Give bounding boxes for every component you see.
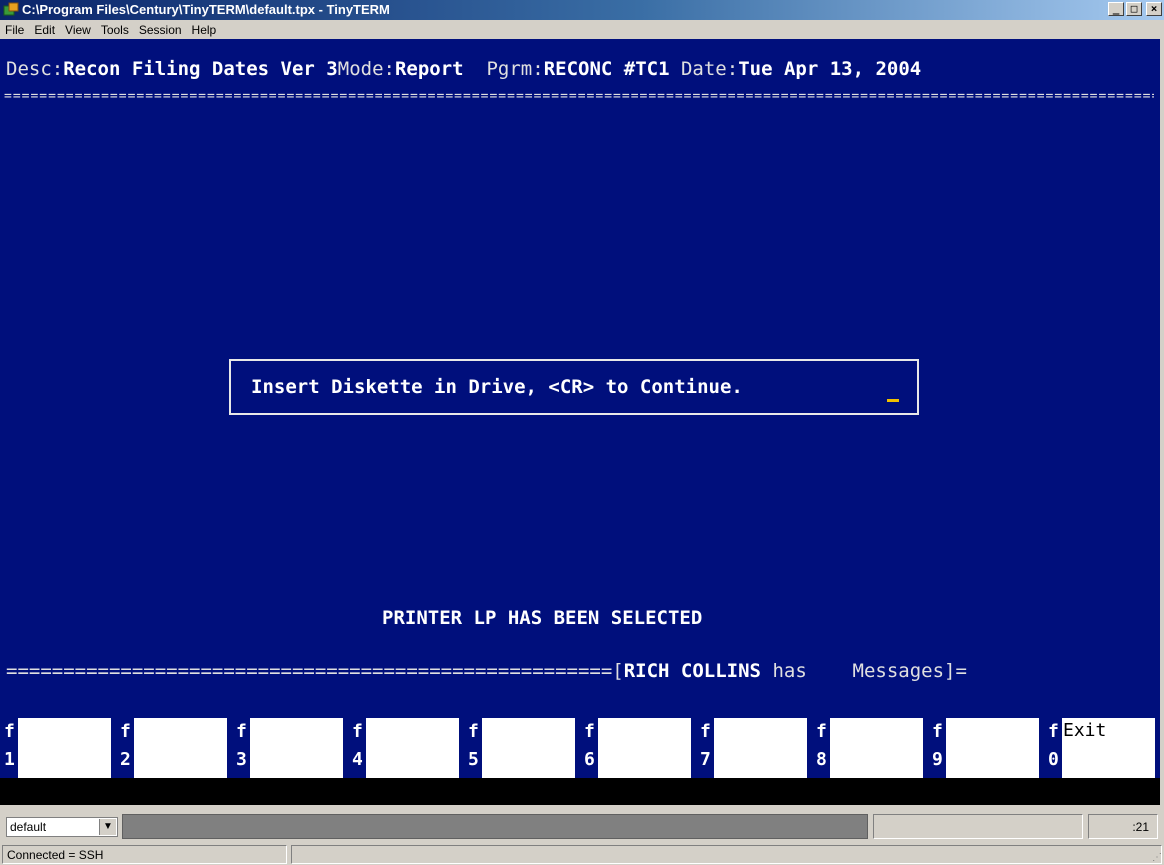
date-gap	[670, 58, 681, 80]
message-gap	[807, 660, 853, 682]
message-user: RICH COLLINS	[623, 660, 761, 682]
pgrm-value: RECONC #TC1	[543, 58, 670, 80]
title-bar: C:\Program Files\Century\TinyTERM\defaul…	[0, 0, 1164, 20]
fkey-4-label[interactable]	[366, 718, 459, 778]
fkey-1-label[interactable]	[18, 718, 111, 778]
chevron-down-icon[interactable]: ▼	[99, 819, 116, 835]
mode-label: Mode:	[337, 58, 395, 80]
menu-help[interactable]: Help	[187, 20, 222, 39]
fkey-0-exit[interactable]: f 0 Exit	[1048, 718, 1160, 778]
session-value: default	[10, 820, 47, 834]
close-button[interactable]: ×	[1146, 2, 1162, 16]
fkey-7-number: f7	[700, 721, 711, 770]
maximize-button[interactable]: □	[1126, 2, 1142, 16]
menu-session[interactable]: Session	[134, 20, 187, 39]
fkey-6-label[interactable]	[598, 718, 691, 778]
message-rule: ========================================…	[6, 660, 624, 682]
fkey-8-number: f8	[816, 721, 827, 770]
desc-value: Recon Filing Dates Ver 3	[63, 58, 338, 80]
fkey-8[interactable]: f8	[816, 718, 933, 778]
status-panel-3	[291, 845, 1162, 864]
function-key-bar: f1 f2 f3 f4 f5 f6 f7 f8 f9 f 0 Exit	[0, 718, 1160, 778]
fkey-2-label[interactable]	[134, 718, 227, 778]
mode-value: Report	[394, 58, 464, 80]
menu-tools[interactable]: Tools	[96, 20, 134, 39]
tinyterm-app-icon	[3, 2, 19, 16]
cursor-position: :21	[1088, 814, 1158, 839]
fkey-6[interactable]: f6	[584, 718, 701, 778]
printer-status: PRINTER LP HAS BEEN SELECTED	[382, 607, 703, 629]
connection-status: Connected = SSH	[2, 845, 287, 864]
fkey-5-label[interactable]	[482, 718, 575, 778]
fkey-3-label[interactable]	[250, 718, 343, 778]
status-bar: default ▼ :21 Connected = SSH ⋰	[0, 805, 1164, 865]
minimize-button[interactable]: _	[1108, 2, 1124, 16]
top-rule: ========================================…	[4, 90, 1154, 104]
pgrm-label: Pgrm:	[486, 58, 544, 80]
menu-edit[interactable]: Edit	[29, 20, 60, 39]
message-messages: Messages]=	[852, 660, 967, 682]
status-panel-2	[873, 814, 1083, 839]
fkey-9-number: f9	[932, 721, 943, 770]
date-label: Date:	[680, 58, 739, 80]
window-title: C:\Program Files\Century\TinyTERM\defaul…	[22, 2, 390, 17]
fkey-7[interactable]: f7	[700, 718, 817, 778]
header-line: Desc:Recon Filing Dates Ver 3Mode:Report…	[6, 58, 921, 80]
fkey-4[interactable]: f4	[352, 718, 469, 778]
resize-grip-icon[interactable]: ⋰	[1152, 852, 1162, 863]
fkey-9-label[interactable]	[946, 718, 1039, 778]
fkey-3-number: f3	[236, 721, 247, 770]
fkey-5-number: f5	[468, 721, 479, 770]
fkey-2-number: f2	[120, 721, 131, 770]
fkey-4-number: f4	[352, 721, 363, 770]
dialog-message: Insert Diskette in Drive, <CR> to Contin…	[251, 376, 743, 398]
fkey-9[interactable]: f9	[932, 718, 1049, 778]
menu-bar: File Edit View Tools Session Help	[0, 20, 1164, 39]
fkey-7-label[interactable]	[714, 718, 807, 778]
fkey-0-label[interactable]: Exit	[1062, 718, 1155, 778]
message-line: ========================================…	[6, 660, 1160, 682]
fkey-5[interactable]: f5	[468, 718, 585, 778]
fkey-6-number: f6	[584, 721, 595, 770]
date-value: Tue Apr 13, 2004	[738, 58, 922, 80]
status-panel	[122, 814, 868, 839]
fkey-8-label[interactable]	[830, 718, 923, 778]
menu-file[interactable]: File	[0, 20, 29, 39]
terminal-screen[interactable]: Desc:Recon Filing Dates Ver 3Mode:Report…	[0, 39, 1160, 805]
message-has: has	[761, 660, 807, 682]
terminal-bottom-band	[0, 778, 1160, 805]
pgrm-gap	[464, 58, 487, 80]
fkey-1[interactable]: f1	[4, 718, 121, 778]
session-select[interactable]: default ▼	[6, 817, 118, 837]
text-cursor	[887, 399, 899, 402]
desc-label: Desc:	[6, 58, 64, 80]
fkey-1-number: f1	[4, 721, 15, 770]
fkey-2[interactable]: f2	[120, 718, 237, 778]
fkey-3[interactable]: f3	[236, 718, 353, 778]
fkey-0-number: f0	[1048, 721, 1059, 770]
diskette-dialog: Insert Diskette in Drive, <CR> to Contin…	[229, 359, 919, 415]
menu-view[interactable]: View	[60, 20, 96, 39]
